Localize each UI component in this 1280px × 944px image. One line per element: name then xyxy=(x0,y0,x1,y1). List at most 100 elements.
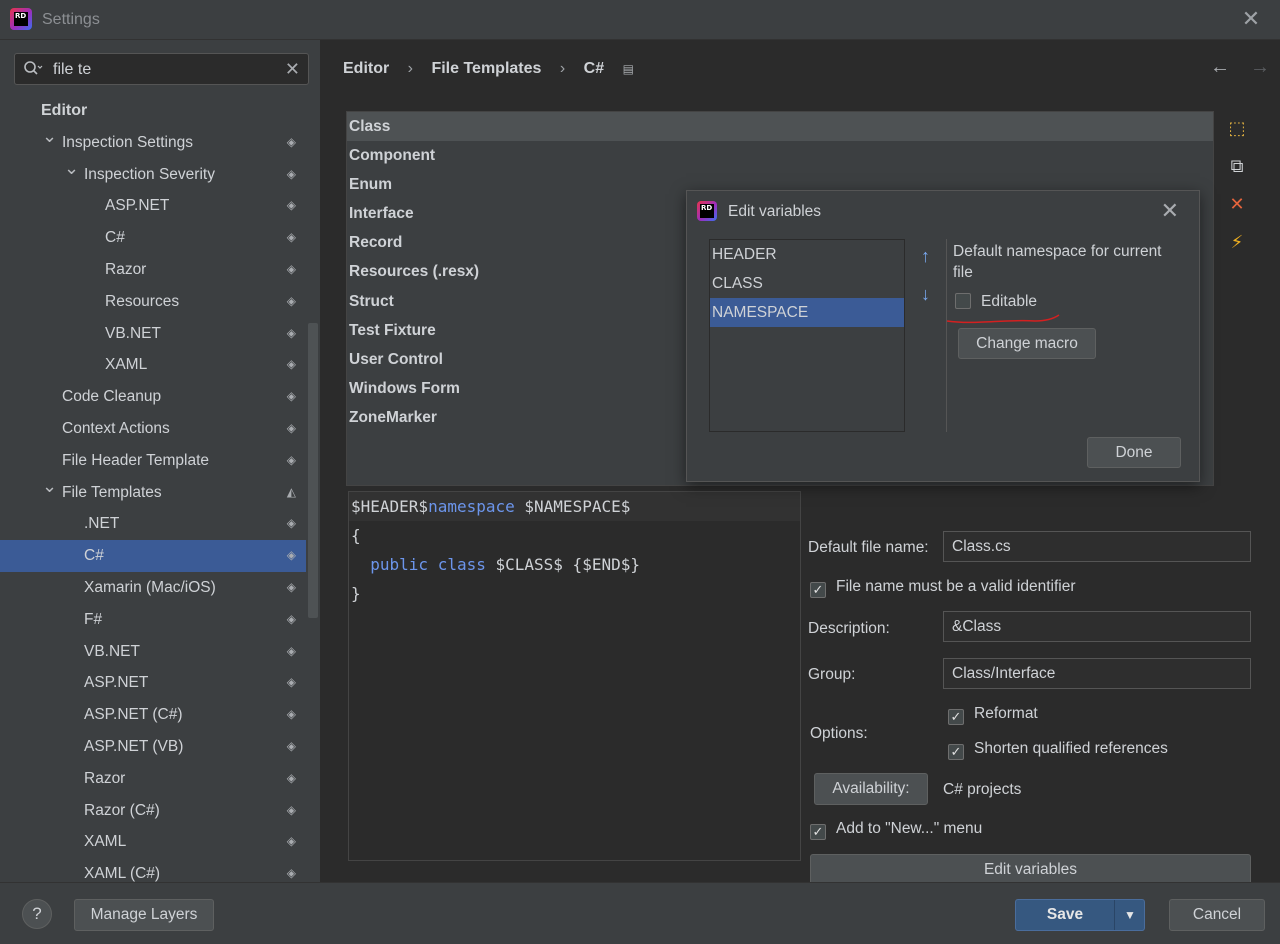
breadcrumb-csharp[interactable]: C# xyxy=(584,60,604,77)
valid-identifier-checkbox[interactable]: ✓ File name must be a valid identifier xyxy=(810,578,1076,598)
close-window-icon[interactable]: ✕ xyxy=(1240,8,1262,30)
tree-item[interactable]: ⌄ File Templates ◭ xyxy=(0,476,306,509)
tree-item-label: ASP.NET (C#) xyxy=(84,706,183,724)
tree-item[interactable]: XAML (C#) ◈ xyxy=(0,858,306,882)
chevron-down-icon[interactable]: ▼ xyxy=(1116,900,1144,930)
quick-fix-icon[interactable]: ⚡ xyxy=(1225,230,1249,268)
settings-footer: ? Manage Layers Save ▼ Cancel xyxy=(0,882,1280,944)
tree-item[interactable]: XAML ◈ xyxy=(0,349,306,381)
sidebar-scrollbar[interactable] xyxy=(308,323,318,618)
tree-item[interactable]: Context Actions ◈ xyxy=(0,413,306,445)
template-item[interactable]: Component xyxy=(347,141,1213,170)
tree-item-label: Inspection Severity xyxy=(84,165,215,183)
availability-button[interactable]: Availability: xyxy=(814,773,928,805)
tree-item[interactable]: F# ◈ xyxy=(0,604,306,636)
settings-search-box[interactable]: ✕ xyxy=(14,53,309,85)
variable-item[interactable]: CLASS xyxy=(710,269,904,298)
edit-variables-button[interactable]: Edit variables xyxy=(810,854,1251,885)
tree-item-label: ASP.NET xyxy=(105,197,170,215)
tree-item[interactable]: C# ◈ xyxy=(0,222,306,254)
layers-icon: ◈ xyxy=(286,230,296,245)
tree-item-label: ASP.NET (VB) xyxy=(84,737,184,755)
variable-item[interactable]: NAMESPACE xyxy=(710,298,904,327)
change-macro-button[interactable]: Change macro xyxy=(958,328,1096,359)
description-field[interactable]: &Class xyxy=(943,611,1251,642)
breadcrumb-file-templates[interactable]: File Templates xyxy=(431,60,541,77)
tree-item[interactable]: ASP.NET (VB) ◈ xyxy=(0,731,306,763)
tree-item[interactable]: ASP.NET ◈ xyxy=(0,667,306,699)
tree-item[interactable]: VB.NET ◈ xyxy=(0,318,306,350)
layers-icon: ◈ xyxy=(286,548,296,563)
tree-item[interactable]: Resources ◈ xyxy=(0,286,306,318)
layers-icon: ◈ xyxy=(286,834,296,849)
layers-icon: ◈ xyxy=(286,675,296,690)
layers-icon: ◈ xyxy=(286,198,296,213)
close-dialog-icon[interactable]: ✕ xyxy=(1161,198,1179,224)
default-file-name-field[interactable]: Class.cs xyxy=(943,531,1251,562)
tree-item[interactable]: VB.NET ◈ xyxy=(0,636,306,668)
variable-item[interactable]: HEADER xyxy=(710,240,904,269)
tree-item-label: C# xyxy=(84,547,104,565)
layers-icon: ◈ xyxy=(286,420,296,435)
clear-search-icon[interactable]: ✕ xyxy=(285,58,300,80)
rider-logo-icon: RD xyxy=(10,8,32,30)
layers-icon: ◈ xyxy=(286,802,296,817)
manage-layers-button[interactable]: Manage Layers xyxy=(74,899,214,931)
group-field[interactable]: Class/Interface xyxy=(943,658,1251,689)
tree-item-label: F# xyxy=(84,610,103,628)
save-button[interactable]: Save ▼ xyxy=(1015,899,1145,931)
tree-item[interactable]: .NET ◈ xyxy=(0,508,306,540)
chevron-down-icon[interactable]: ⌄ xyxy=(42,471,57,503)
cancel-button[interactable]: Cancel xyxy=(1169,899,1265,931)
template-code-editor[interactable]: $HEADER$namespace $NAMESPACE$ { public c… xyxy=(348,491,801,861)
tree-item[interactable]: ASP.NET ◈ xyxy=(0,190,306,222)
tree-item-label: Xamarin (Mac/iOS) xyxy=(84,578,216,596)
back-arrow-icon[interactable]: ← xyxy=(1210,56,1230,78)
shorten-references-checkbox[interactable]: ✓ Shorten qualified references xyxy=(948,740,1168,760)
search-input[interactable] xyxy=(53,59,283,81)
tree-item-label: File Templates xyxy=(62,483,162,501)
help-button[interactable]: ? xyxy=(22,899,52,929)
chevron-down-icon[interactable]: ⌄ xyxy=(42,121,57,153)
move-down-arrow-icon[interactable]: ↓ xyxy=(921,284,930,305)
tree-item[interactable]: ASP.NET (C#) ◈ xyxy=(0,699,306,731)
window-title: Settings xyxy=(42,11,100,28)
delete-template-icon[interactable]: ✕ xyxy=(1225,192,1249,230)
add-to-new-menu-checkbox[interactable]: ✓ Add to "New..." menu xyxy=(810,820,982,840)
dialog-divider xyxy=(946,239,947,432)
breadcrumb-editor[interactable]: Editor xyxy=(343,60,389,77)
layers-icon: ◈ xyxy=(286,579,296,594)
tree-item[interactable]: Razor (C#) ◈ xyxy=(0,795,306,827)
layers-icon: ◈ xyxy=(286,516,296,531)
forward-arrow-icon[interactable]: → xyxy=(1250,56,1270,78)
layers-icon: ◈ xyxy=(286,325,296,340)
layers-icon: ◈ xyxy=(286,293,296,308)
layers-icon: ◈ xyxy=(286,357,296,372)
code-line: } xyxy=(351,584,361,603)
tree-item-label: Code Cleanup xyxy=(62,388,162,406)
move-up-arrow-icon[interactable]: ↑ xyxy=(921,246,930,284)
done-button[interactable]: Done xyxy=(1087,437,1181,468)
code-line: { xyxy=(351,526,361,545)
tree-item[interactable]: Razor ◈ xyxy=(0,254,306,286)
tree-item-label: Resources xyxy=(105,292,180,310)
reformat-checkbox[interactable]: ✓ Reformat xyxy=(948,705,1038,725)
tree-item[interactable]: Xamarin (Mac/iOS) ◈ xyxy=(0,572,306,604)
layer-icon: ▤ xyxy=(622,62,634,76)
checkbox-checked-icon: ✓ xyxy=(948,709,964,725)
tree-item[interactable]: ⌄ Inspection Settings ◈ xyxy=(0,126,306,159)
breadcrumb-separator: › xyxy=(407,60,413,77)
tree-item[interactable]: XAML ◈ xyxy=(0,826,306,858)
new-template-icon[interactable]: ⬚ xyxy=(1225,116,1249,154)
checkbox-checked-icon: ✓ xyxy=(810,582,826,598)
template-item[interactable]: Class xyxy=(347,112,1213,142)
chevron-down-icon[interactable]: ⌄ xyxy=(64,153,79,185)
tree-item-label: C# xyxy=(105,229,125,247)
tree-item[interactable]: C# ◈ xyxy=(0,540,306,572)
copy-template-icon[interactable]: ⧉ xyxy=(1225,154,1249,192)
title-bar: RD Settings ✕ xyxy=(0,0,1280,40)
variable-description: Default namespace for current file xyxy=(953,243,1162,281)
tree-item[interactable]: Razor ◈ xyxy=(0,763,306,795)
tree-item[interactable]: Code Cleanup ◈ xyxy=(0,381,306,413)
tree-item[interactable]: ⌄ Inspection Severity ◈ xyxy=(0,158,306,191)
